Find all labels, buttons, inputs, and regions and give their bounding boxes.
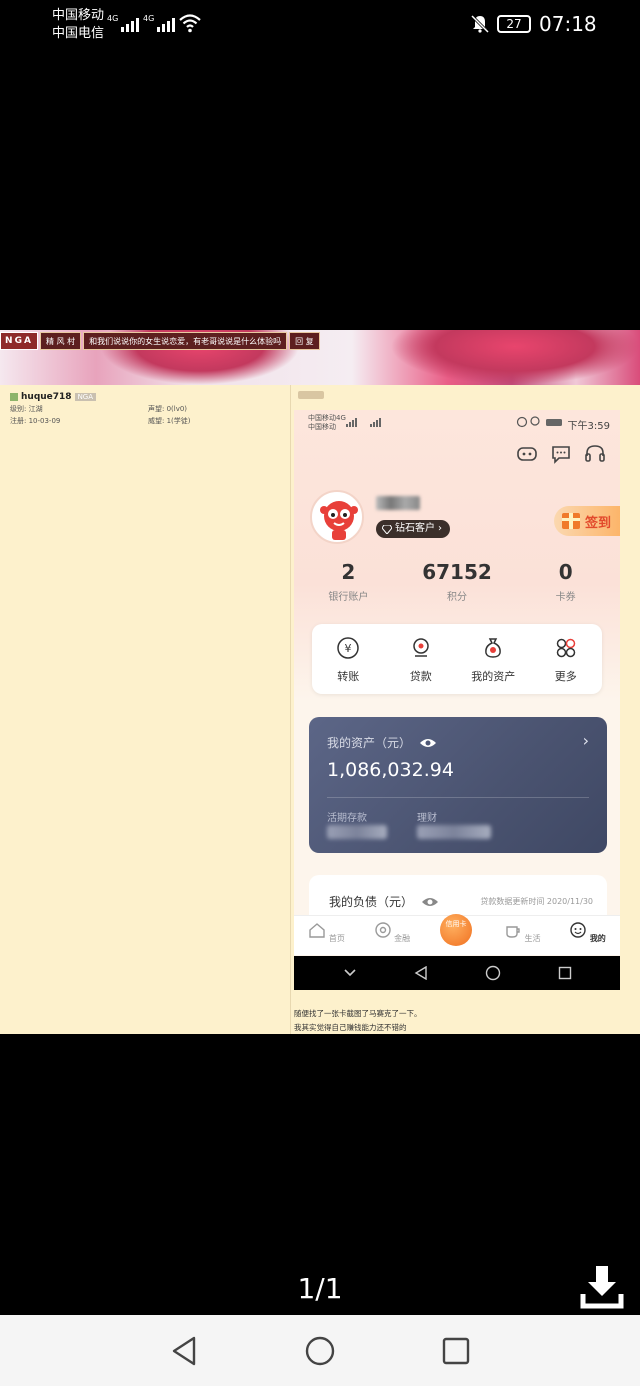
signal-icon-2: 4G [143, 14, 176, 32]
loan-icon [413, 638, 429, 657]
breadcrumb-thread: 和我们说说你的女生说恋爱，有老哥说说是什么体验吗 [83, 332, 288, 350]
quick-loan: 贷款 [385, 624, 458, 694]
carrier-info: 中国移动 中国电信 [52, 7, 104, 43]
clock: 07:18 [539, 12, 597, 36]
assets-card: 我的资产（元） › 1,086,032.94 活期存款 理财 [309, 717, 607, 853]
user-icon [10, 393, 18, 401]
assets-wealth: 理财 [417, 813, 437, 824]
quick-my-assets: 我的资产 [457, 624, 530, 694]
user-prestige: 声望: 0(lv0) [148, 405, 188, 413]
tab-life: 生活 [490, 916, 555, 955]
forum-screenshot[interactable]: NGA 精 风 村 和我们说说你的女生说恋爱，有老哥说说是什么体验吗 回 复 h… [0, 330, 640, 1034]
signal-icon: 4G [107, 14, 140, 32]
assets-demand-deposit: 活期存款 [327, 813, 367, 824]
assets-amount: 1,086,032.94 [327, 759, 454, 781]
nga-logo: NGA [0, 332, 38, 350]
smile-icon [570, 922, 586, 938]
column-divider [290, 385, 291, 1034]
message-icon [552, 446, 570, 464]
wifi-icon [179, 14, 201, 33]
bell-muted-icon [470, 14, 490, 34]
transfer-icon: ¥ [337, 637, 359, 659]
debt-update-note: 贷款数据更新时间 2020/11/30 [480, 897, 593, 906]
user-registered: 注册: 10-03-09 [10, 417, 61, 425]
user-tag: NGA [74, 393, 97, 401]
tab-finance: 金融 [359, 916, 424, 955]
account-stats: 2 银行账户 67152 积分 0 卡券 [294, 560, 620, 603]
breadcrumb-reply: 回 复 [289, 332, 320, 350]
home-button[interactable] [304, 1335, 336, 1367]
eye-icon [420, 738, 437, 747]
svg-text:¥: ¥ [345, 642, 352, 655]
finance-icon [374, 922, 391, 938]
more-grid-icon [556, 638, 575, 658]
user-level: 级别: 江湖 [10, 405, 43, 413]
stat-points: 67152 积分 [422, 560, 492, 603]
post-author: huque718 NGA [10, 392, 97, 402]
headset-icon [585, 445, 605, 462]
mosaic-blur [327, 825, 387, 839]
quick-more: 更多 [530, 624, 603, 694]
user-gold: 威望: 1(学徒) [148, 417, 191, 425]
inner-clock: 下午3:59 [567, 421, 610, 432]
download-icon[interactable] [580, 1264, 624, 1310]
comment-line-1: 随便找了一张卡截图了马赛克了一下。 [294, 1009, 422, 1018]
diamond-icon [382, 524, 392, 534]
forum-breadcrumb: 精 风 村 和我们说说你的女生说恋爱，有老哥说说是什么体验吗 回 复 [40, 332, 320, 350]
robot-icon [517, 447, 537, 461]
chevron-right-icon: › [582, 731, 589, 750]
recents-button[interactable] [441, 1335, 471, 1367]
cup-icon [506, 926, 520, 938]
home-icon [309, 923, 326, 938]
carrier-2: 中国电信 [52, 26, 105, 41]
debt-title: 我的负债（元） [329, 895, 414, 909]
comment-line-2: 我其实觉得自己赚钱能力还不错的 [294, 1023, 407, 1032]
inner-signal-icon [346, 418, 381, 427]
stat-bank-accounts: 2 银行账户 [328, 560, 369, 603]
quick-actions: ¥ 转账 贷款 我的资产 更多 [312, 624, 602, 694]
back-icon [414, 966, 427, 980]
membership-badge: 钻石客户 › [376, 520, 450, 538]
back-button[interactable] [170, 1335, 198, 1367]
inner-nav-bar [294, 956, 620, 990]
username-mosaic [376, 496, 420, 510]
battery-icon: 27 [497, 15, 531, 33]
home-circle-icon [485, 965, 500, 981]
avatar [310, 490, 364, 544]
post-toolbar [298, 391, 324, 399]
inner-status-icons [516, 416, 562, 428]
sign-in-button: 签到 [554, 506, 620, 536]
recents-icon [558, 966, 571, 980]
gift-icon [562, 513, 580, 529]
username: huque718 [21, 392, 72, 402]
quick-transfer: ¥ 转账 [312, 624, 385, 694]
carrier-1: 中国移动 [52, 8, 105, 23]
breadcrumb-board: 精 风 村 [40, 332, 82, 350]
system-nav-bar [0, 1315, 640, 1386]
tab-mine: 我的 [555, 916, 620, 955]
tab-home: 首页 [294, 916, 359, 955]
status-bar: 中国移动 中国电信 4G 4G 27 07:18 [0, 0, 640, 60]
money-bag-icon [485, 638, 502, 658]
stat-coupons: 0 卡券 [555, 560, 576, 603]
inner-status-carriers: 中国移动4G 中国移动 [308, 414, 346, 431]
mosaic-blur [417, 825, 491, 839]
chevron-down-icon [343, 969, 356, 977]
eye-icon [422, 897, 439, 906]
assets-title: 我的资产（元） [327, 736, 412, 750]
page-counter: 1/1 [297, 1272, 343, 1305]
bank-app-screenshot: 中国移动4G 中国移动 下午3:59 钻石客户 › 签到 2 银行账户 6715… [294, 410, 620, 990]
credit-card-tab-button: 信用卡 [440, 914, 472, 946]
